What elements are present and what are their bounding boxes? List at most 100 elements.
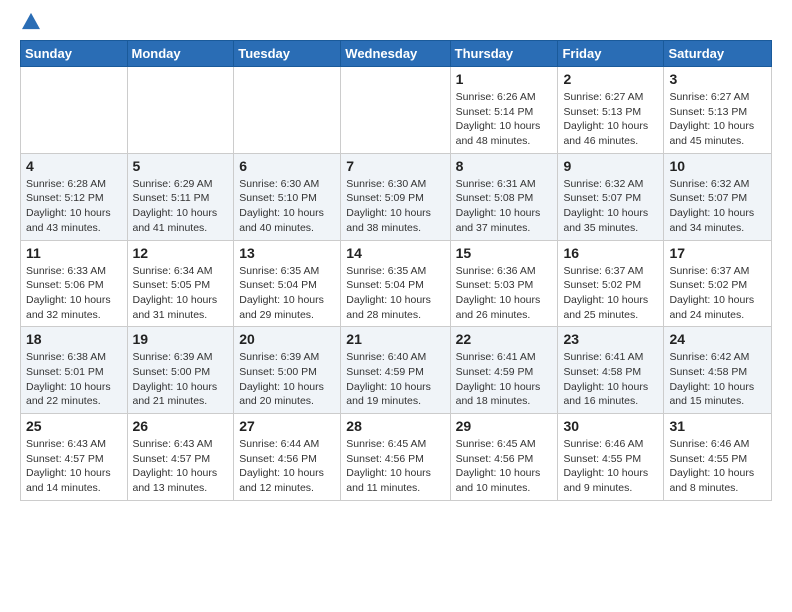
day-info: Sunrise: 6:28 AM Sunset: 5:12 PM Dayligh… [26,177,122,236]
day-number: 1 [456,71,553,87]
calendar-header-saturday: Saturday [664,41,772,67]
calendar-header-friday: Friday [558,41,664,67]
calendar-cell: 3 Sunrise: 6:27 AM Sunset: 5:13 PM Daylig… [664,67,772,154]
day-info: Sunrise: 6:27 AM Sunset: 5:13 PM Dayligh… [563,90,658,149]
calendar-cell: 4 Sunrise: 6:28 AM Sunset: 5:12 PM Daylig… [21,153,128,240]
day-info: Sunrise: 6:37 AM Sunset: 5:02 PM Dayligh… [669,264,766,323]
calendar-header-tuesday: Tuesday [234,41,341,67]
calendar-cell [21,67,128,154]
calendar-cell: 23 Sunrise: 6:41 AM Sunset: 4:58 PM Dayli… [558,327,664,414]
day-info: Sunrise: 6:46 AM Sunset: 4:55 PM Dayligh… [669,437,766,496]
day-number: 3 [669,71,766,87]
day-number: 14 [346,245,444,261]
calendar-cell [234,67,341,154]
calendar-header-wednesday: Wednesday [341,41,450,67]
calendar-cell: 26Sunrise: 6:43 AM Sunset: 4:57 PM Dayli… [127,414,234,501]
calendar-cell: 5Sunrise: 6:29 AM Sunset: 5:11 PM Daylig… [127,153,234,240]
calendar-cell: 19 Sunrise: 6:39 AM Sunset: 5:00 PM Dayli… [127,327,234,414]
day-info: Sunrise: 6:39 AM Sunset: 5:00 PM Dayligh… [133,350,229,409]
calendar-week-row: 18Sunrise: 6:38 AM Sunset: 5:01 PM Dayli… [21,327,772,414]
day-info: Sunrise: 6:35 AM Sunset: 5:04 PM Dayligh… [239,264,335,323]
calendar-week-row: 25Sunrise: 6:43 AM Sunset: 4:57 PM Dayli… [21,414,772,501]
day-info: Sunrise: 6:31 AM Sunset: 5:08 PM Dayligh… [456,177,553,236]
day-info: Sunrise: 6:33 AM Sunset: 5:06 PM Dayligh… [26,264,122,323]
logo [20,16,40,30]
calendar-cell: 28 Sunrise: 6:45 AM Sunset: 4:56 PM Dayli… [341,414,450,501]
day-number: 15 [456,245,553,261]
day-info: Sunrise: 6:45 AM Sunset: 4:56 PM Dayligh… [346,437,444,496]
day-number: 31 [669,418,766,434]
calendar-cell: 13 Sunrise: 6:35 AM Sunset: 5:04 PM Dayli… [234,240,341,327]
calendar-cell: 31 Sunrise: 6:46 AM Sunset: 4:55 PM Dayli… [664,414,772,501]
calendar-week-row: 1 Sunrise: 6:26 AM Sunset: 5:14 PM Daylig… [21,67,772,154]
day-info: Sunrise: 6:41 AM Sunset: 4:59 PM Dayligh… [456,350,553,409]
day-info: Sunrise: 6:39 AM Sunset: 5:00 PM Dayligh… [239,350,335,409]
day-number: 29 [456,418,553,434]
calendar-cell: 7 Sunrise: 6:30 AM Sunset: 5:09 PM Daylig… [341,153,450,240]
day-number: 22 [456,331,553,347]
day-info: Sunrise: 6:36 AM Sunset: 5:03 PM Dayligh… [456,264,553,323]
day-info: Sunrise: 6:38 AM Sunset: 5:01 PM Dayligh… [26,350,122,409]
calendar-cell: 30 Sunrise: 6:46 AM Sunset: 4:55 PM Dayli… [558,414,664,501]
day-info: Sunrise: 6:27 AM Sunset: 5:13 PM Dayligh… [669,90,766,149]
day-info: Sunrise: 6:32 AM Sunset: 5:07 PM Dayligh… [669,177,766,236]
day-number: 4 [26,158,122,174]
day-number: 23 [563,331,658,347]
calendar-header-monday: Monday [127,41,234,67]
day-info: Sunrise: 6:37 AM Sunset: 5:02 PM Dayligh… [563,264,658,323]
day-info: Sunrise: 6:35 AM Sunset: 5:04 PM Dayligh… [346,264,444,323]
calendar-cell [341,67,450,154]
calendar-cell: 22 Sunrise: 6:41 AM Sunset: 4:59 PM Dayli… [450,327,558,414]
day-number: 7 [346,158,444,174]
calendar-cell: 24Sunrise: 6:42 AM Sunset: 4:58 PM Dayli… [664,327,772,414]
day-number: 20 [239,331,335,347]
calendar-week-row: 4 Sunrise: 6:28 AM Sunset: 5:12 PM Daylig… [21,153,772,240]
calendar-cell: 18Sunrise: 6:38 AM Sunset: 5:01 PM Dayli… [21,327,128,414]
day-number: 30 [563,418,658,434]
logo-icon [22,12,40,30]
day-number: 28 [346,418,444,434]
day-info: Sunrise: 6:45 AM Sunset: 4:56 PM Dayligh… [456,437,553,496]
calendar-header-row: SundayMondayTuesdayWednesdayThursdayFrid… [21,41,772,67]
day-number: 11 [26,245,122,261]
calendar-cell: 21Sunrise: 6:40 AM Sunset: 4:59 PM Dayli… [341,327,450,414]
day-number: 17 [669,245,766,261]
page: SundayMondayTuesdayWednesdayThursdayFrid… [0,0,792,517]
day-info: Sunrise: 6:46 AM Sunset: 4:55 PM Dayligh… [563,437,658,496]
calendar-cell: 12 Sunrise: 6:34 AM Sunset: 5:05 PM Dayli… [127,240,234,327]
day-info: Sunrise: 6:26 AM Sunset: 5:14 PM Dayligh… [456,90,553,149]
day-number: 26 [133,418,229,434]
day-info: Sunrise: 6:34 AM Sunset: 5:05 PM Dayligh… [133,264,229,323]
day-info: Sunrise: 6:43 AM Sunset: 4:57 PM Dayligh… [26,437,122,496]
calendar-cell: 14 Sunrise: 6:35 AM Sunset: 5:04 PM Dayli… [341,240,450,327]
day-info: Sunrise: 6:32 AM Sunset: 5:07 PM Dayligh… [563,177,658,236]
calendar-cell: 27 Sunrise: 6:44 AM Sunset: 4:56 PM Dayli… [234,414,341,501]
day-number: 24 [669,331,766,347]
calendar-cell: 11 Sunrise: 6:33 AM Sunset: 5:06 PM Dayli… [21,240,128,327]
day-number: 10 [669,158,766,174]
calendar-cell: 9Sunrise: 6:32 AM Sunset: 5:07 PM Daylig… [558,153,664,240]
day-info: Sunrise: 6:41 AM Sunset: 4:58 PM Dayligh… [563,350,658,409]
day-number: 2 [563,71,658,87]
calendar-cell: 1 Sunrise: 6:26 AM Sunset: 5:14 PM Daylig… [450,67,558,154]
day-number: 12 [133,245,229,261]
day-number: 13 [239,245,335,261]
day-info: Sunrise: 6:30 AM Sunset: 5:10 PM Dayligh… [239,177,335,236]
calendar-cell: 10 Sunrise: 6:32 AM Sunset: 5:07 PM Dayli… [664,153,772,240]
day-info: Sunrise: 6:44 AM Sunset: 4:56 PM Dayligh… [239,437,335,496]
day-info: Sunrise: 6:29 AM Sunset: 5:11 PM Dayligh… [133,177,229,236]
day-number: 8 [456,158,553,174]
calendar-cell: 6Sunrise: 6:30 AM Sunset: 5:10 PM Daylig… [234,153,341,240]
day-info: Sunrise: 6:30 AM Sunset: 5:09 PM Dayligh… [346,177,444,236]
calendar-cell: 16 Sunrise: 6:37 AM Sunset: 5:02 PM Dayli… [558,240,664,327]
day-number: 19 [133,331,229,347]
calendar-cell: 20 Sunrise: 6:39 AM Sunset: 5:00 PM Dayli… [234,327,341,414]
day-number: 27 [239,418,335,434]
calendar-header-thursday: Thursday [450,41,558,67]
calendar-cell: 17 Sunrise: 6:37 AM Sunset: 5:02 PM Dayli… [664,240,772,327]
calendar-header-sunday: Sunday [21,41,128,67]
day-number: 16 [563,245,658,261]
calendar-cell: 29 Sunrise: 6:45 AM Sunset: 4:56 PM Dayli… [450,414,558,501]
calendar-week-row: 11 Sunrise: 6:33 AM Sunset: 5:06 PM Dayli… [21,240,772,327]
header [20,16,772,30]
